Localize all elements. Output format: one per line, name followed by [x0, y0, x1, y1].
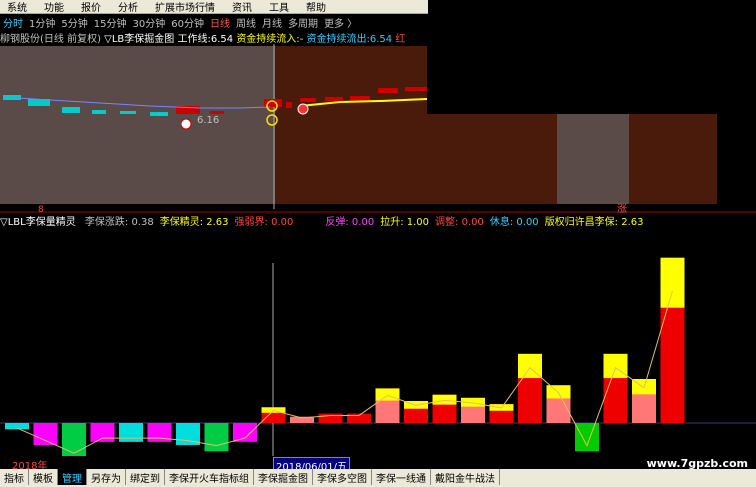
- menu-function[interactable]: 功能: [37, 0, 74, 14]
- volume-indicator-name[interactable]: ▽LBL李保量精灵: [0, 217, 76, 228]
- kline-bg-left: [0, 46, 275, 204]
- period-more[interactable]: 更多 〉: [321, 15, 360, 30]
- tab-manage[interactable]: 管理: [58, 469, 87, 485]
- extra-label: 红: [395, 34, 406, 44]
- tab-template[interactable]: 模板: [29, 469, 58, 485]
- indicator-tabs-bar: 指标 模板 管理 另存为 绑定到 李保开火车指标组 李保掘金图 李保多空图 李保…: [0, 469, 756, 487]
- kline-low-marker-icon: [180, 118, 192, 130]
- volume-indicator-item: 李保精灵: 2.63: [159, 217, 229, 228]
- tab-golden-bull[interactable]: 戴阳金牛战法: [431, 469, 500, 485]
- flow-out-label: 资金持续流出:: [306, 34, 370, 44]
- period-monthly[interactable]: 月线: [259, 15, 285, 30]
- volume-indicator-header: ▽LBL李保量精灵 李保涨跌: 0.38 李保精灵: 2.63 强弱界: 0.00 反…: [0, 213, 756, 228]
- stock-name[interactable]: 柳钢股份(日线 前复权): [0, 34, 101, 44]
- volume-indicator-item: 调整: 0.00: [435, 217, 484, 228]
- volume-avg-line: [16, 290, 673, 454]
- volume-chart[interactable]: [0, 228, 756, 456]
- kline-price-marker: 6.16: [197, 115, 219, 126]
- menu-analysis[interactable]: 分析: [111, 0, 148, 14]
- volume-bar-cap: [546, 385, 571, 399]
- tab-train-indicator-group[interactable]: 李保开火车指标组: [165, 469, 254, 485]
- kline-chart[interactable]: 6.16 8 涨: [0, 44, 756, 214]
- kline-bg-right2: [629, 114, 717, 204]
- bottom-date-bar: 2018年 2018/06/01/五: [0, 457, 756, 474]
- kline-bg-right1: [427, 114, 557, 204]
- menu-quote[interactable]: 报价: [74, 0, 111, 14]
- tab-indicator[interactable]: 指标: [0, 469, 29, 485]
- work-line-value: 6.54: [210, 34, 234, 44]
- work-line-label: 工作线:: [177, 34, 211, 44]
- volume-indicator-item: 强弱界: 0.00: [234, 217, 294, 228]
- menu-system[interactable]: 系统: [0, 0, 37, 14]
- volume-bar: [233, 423, 257, 442]
- volume-bar-cap: [432, 394, 457, 405]
- volume-bar: [119, 423, 143, 442]
- menu-tools[interactable]: 工具: [262, 0, 299, 14]
- menu-help[interactable]: 帮助: [299, 0, 336, 14]
- flow-out-value: 6.54: [369, 34, 393, 44]
- flow-in-value: -: [299, 34, 304, 44]
- volume-bar: [90, 423, 115, 442]
- menu-bar: 系统 功能 报价 分析 扩展市场行情 资讯 工具 帮助: [0, 0, 428, 14]
- menu-extended-market[interactable]: 扩展市场行情: [148, 0, 225, 14]
- volume-indicator-item: 反弹: 0.00: [325, 217, 375, 228]
- period-timeshare[interactable]: 分时: [0, 15, 26, 30]
- period-30min[interactable]: 30分钟: [129, 15, 168, 30]
- tab-gold-chart[interactable]: 李保掘金图: [254, 469, 313, 485]
- volume-indicator-item: 拉升: 1.00: [380, 217, 430, 228]
- tab-long-short-chart[interactable]: 李保多空图: [313, 469, 372, 485]
- volume-bar: [204, 423, 229, 452]
- volume-bar: [62, 423, 86, 456]
- period-1min[interactable]: 1分钟: [26, 15, 58, 30]
- flow-in-label: 资金持续流入:: [236, 34, 300, 44]
- period-15min[interactable]: 15分钟: [91, 15, 130, 30]
- period-5min[interactable]: 5分钟: [58, 15, 90, 30]
- volume-bars: [5, 257, 685, 456]
- kline-bg-gray2: [557, 114, 629, 204]
- period-60min[interactable]: 60分钟: [168, 15, 207, 30]
- volume-bar-cap: [603, 353, 628, 379]
- volume-indicator-item: 版权归许昌李保: 2.63: [544, 217, 644, 228]
- volume-indicator-item: 李保涨跌: 0.38: [84, 217, 154, 228]
- period-bar: 分时 1分钟 5分钟 15分钟 30分钟 60分钟 日线 周线 月线 多周期 更…: [0, 14, 428, 30]
- volume-bar-cap: [660, 257, 685, 308]
- kline-signal-dot-icon: [297, 103, 309, 115]
- tab-save-as[interactable]: 另存为: [87, 469, 126, 485]
- volume-indicator-item: 休息: 0.00: [489, 217, 539, 228]
- menu-news[interactable]: 资讯: [225, 0, 262, 14]
- kline-blank-area: [427, 44, 756, 114]
- period-weekly[interactable]: 周线: [233, 15, 259, 30]
- volume-bar: [575, 423, 599, 452]
- kline-indicator-name[interactable]: ▽LB李保掘金图: [104, 34, 174, 44]
- kline-title-line: 柳钢股份(日线 前复权) ▽LB李保掘金图 工作线:6.54 资金持续流入:- …: [0, 30, 428, 44]
- period-daily[interactable]: 日线: [207, 15, 233, 30]
- volume-bar: [33, 423, 58, 445]
- volume-indicator-items: 李保涨跌: 0.38 李保精灵: 2.63 强弱界: 0.00 反弹: 0.00 拉升:…: [79, 217, 644, 228]
- period-multi[interactable]: 多周期: [285, 15, 321, 30]
- kline-bg-mid: [275, 46, 427, 204]
- tab-bind-to[interactable]: 绑定到: [126, 469, 165, 485]
- tab-one-line[interactable]: 李保一线通: [372, 469, 431, 485]
- volume-bar-cap: [518, 353, 542, 379]
